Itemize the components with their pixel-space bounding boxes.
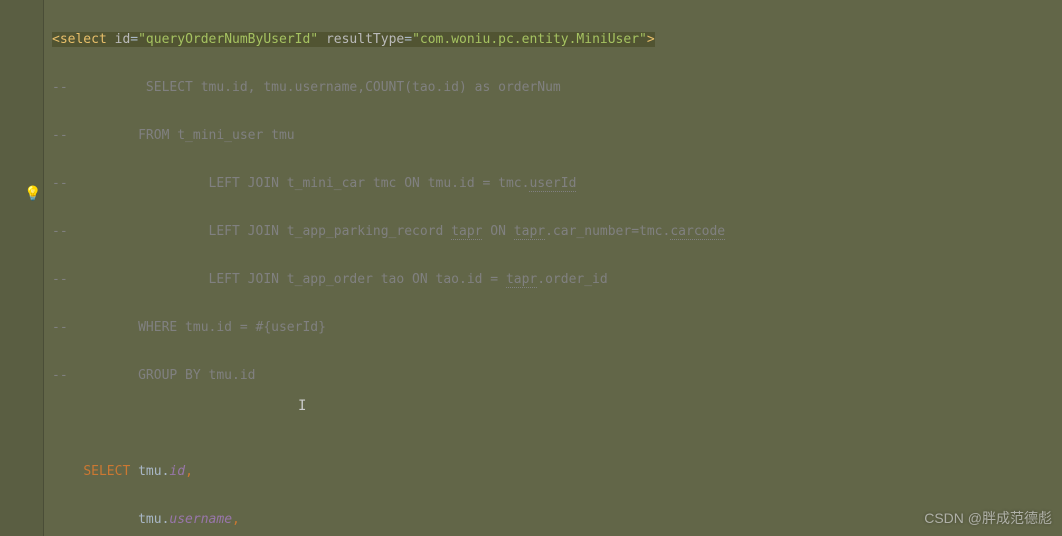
xml-tag-open: <select: [52, 32, 107, 47]
editor-gutter[interactable]: 💡: [0, 0, 44, 536]
code-line: -- WHERE tmu.id = #{userId}: [52, 316, 1054, 340]
code-line: <select id="queryOrderNumByUserId" resul…: [52, 28, 1054, 52]
code-line: -- LEFT JOIN t_app_parking_record tapr O…: [52, 220, 1054, 244]
code-line: -- SELECT tmu.id, tmu.username,COUNT(tao…: [52, 76, 1054, 100]
code-line: SELECT tmu.id,: [52, 460, 1054, 484]
code-line: -- FROM t_mini_user tmu: [52, 124, 1054, 148]
watermark-text: CSDN @胖成范德彪: [924, 506, 1052, 530]
code-line: [52, 412, 1054, 436]
code-line: tmu.username,: [52, 508, 1054, 532]
code-line: -- LEFT JOIN t_app_order tao ON tao.id =…: [52, 268, 1054, 292]
code-line: -- GROUP BY tmu.id: [52, 364, 1054, 388]
lightbulb-icon[interactable]: 💡: [24, 182, 41, 206]
code-editor[interactable]: <select id="queryOrderNumByUserId" resul…: [44, 0, 1062, 536]
code-line: -- LEFT JOIN t_mini_car tmc ON tmu.id = …: [52, 172, 1054, 196]
